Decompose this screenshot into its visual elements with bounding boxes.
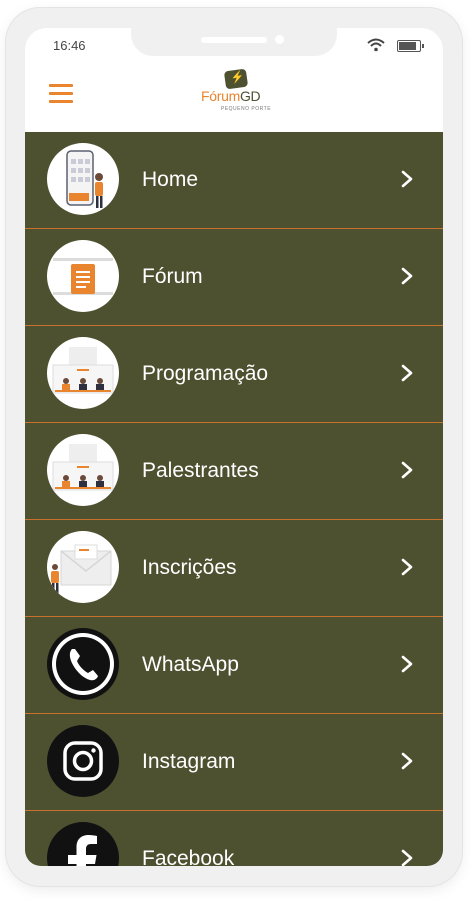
menu-item-label: Programação (142, 362, 269, 385)
menu-item-instagram[interactable]: Instagram (25, 714, 443, 811)
menu-item-label: Instagram (142, 750, 236, 773)
menu-item-label: Home (142, 168, 199, 191)
camera-dot (275, 35, 284, 44)
envelope-illustration-icon (47, 531, 119, 603)
speakers-illustration-icon (47, 434, 119, 506)
app-header: FórumGD PEQUENO PORTE (25, 64, 443, 132)
whatsapp-icon (47, 628, 119, 700)
chevron-right-icon (401, 364, 413, 382)
menu-item-whatsapp[interactable]: WhatsApp (25, 617, 443, 714)
menu-item-palestrantes[interactable]: Palestrantes (25, 423, 443, 520)
chevron-right-icon (401, 558, 413, 576)
instagram-icon (47, 725, 119, 797)
chevron-right-icon (401, 170, 413, 188)
logo-text: FórumGD (201, 88, 261, 104)
menu-item-forum[interactable]: Fórum (25, 229, 443, 326)
menu-item-inscricoes[interactable]: Inscrições (25, 520, 443, 617)
phone-app-illustration-icon (47, 143, 119, 215)
forum-gd-logo: FórumGD PEQUENO PORTE (199, 68, 273, 122)
chevron-right-icon (401, 267, 413, 285)
menu-item-label: Facebook (142, 847, 235, 866)
wifi-icon (367, 38, 385, 52)
hamburger-menu-icon[interactable] (49, 84, 73, 104)
logo-subtitle: PEQUENO PORTE (221, 106, 272, 112)
chevron-right-icon (401, 849, 413, 866)
menu-item-label: WhatsApp (142, 653, 239, 676)
chevron-right-icon (401, 752, 413, 770)
device-notch (131, 28, 337, 56)
facebook-icon (47, 822, 119, 866)
schedule-illustration-icon (47, 337, 119, 409)
logo-suffix: GD (239, 88, 261, 104)
menu-item-label: Fórum (142, 265, 203, 288)
chevron-right-icon (401, 655, 413, 673)
chevron-right-icon (401, 461, 413, 479)
status-time: 16:46 (53, 38, 86, 53)
menu-item-label: Palestrantes (142, 459, 259, 482)
menu-item-facebook[interactable]: Facebook (25, 811, 443, 866)
logo-prefix: Fórum (201, 88, 240, 104)
app-screen: 16:46 FórumGD PEQUENO PORTE (25, 28, 443, 866)
speaker-grille (201, 37, 267, 43)
battery-icon (397, 40, 424, 52)
logo-badge-icon (223, 68, 249, 90)
menu-item-home[interactable]: Home (25, 132, 443, 229)
menu-item-programacao[interactable]: Programação (25, 326, 443, 423)
document-illustration-icon (47, 240, 119, 312)
status-bar: 16:46 (25, 28, 443, 64)
menu-list: Home Fórum Programação Palestrantes Insc… (25, 132, 443, 866)
menu-item-label: Inscrições (142, 556, 237, 579)
